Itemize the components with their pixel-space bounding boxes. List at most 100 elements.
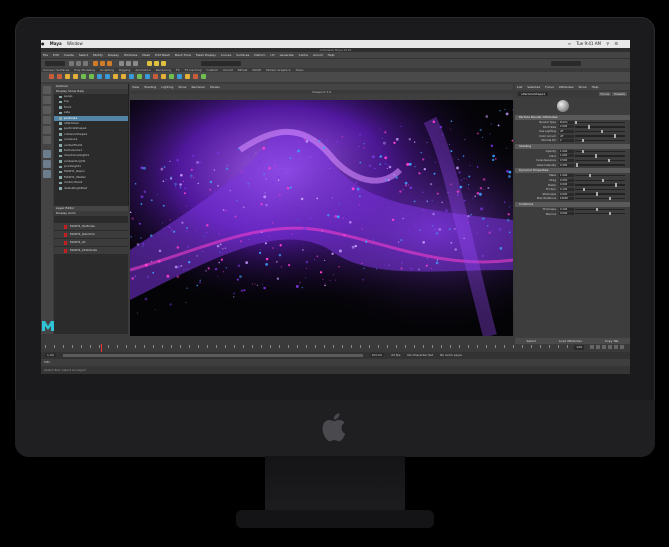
paint-select-tool-icon[interactable]	[43, 106, 51, 114]
viewport-menu-item[interactable]: Renderer	[191, 85, 205, 89]
time-slider[interactable]: 120	[41, 344, 630, 352]
outliner-item[interactable]: defaultLightSet	[54, 186, 128, 191]
slider-knob[interactable]	[595, 154, 597, 158]
rotate-tool-icon[interactable]	[43, 126, 51, 134]
attr-value-field[interactable]: 1.000	[559, 154, 574, 158]
new-scene-icon[interactable]	[69, 61, 74, 66]
lasso-tool-icon[interactable]	[43, 96, 51, 104]
slider-knob[interactable]	[589, 173, 591, 178]
shelf-tool-icon[interactable]	[193, 74, 198, 79]
render-icon[interactable]	[147, 61, 152, 66]
menu-set-dropdown[interactable]	[45, 61, 65, 66]
select-by-object-icon[interactable]	[100, 61, 105, 66]
attr-slider[interactable]	[575, 212, 625, 216]
viewport-menu-item[interactable]: View	[132, 85, 139, 89]
open-scene-icon[interactable]	[76, 61, 81, 66]
menu-item[interactable]: Curves	[221, 53, 231, 57]
slider-knob[interactable]	[596, 192, 598, 196]
attr-value-field[interactable]: 0.100	[559, 207, 574, 211]
attr-slider[interactable]	[575, 163, 625, 167]
input-field[interactable]	[201, 61, 241, 66]
attr-slider[interactable]	[575, 149, 625, 153]
range-bar[interactable]	[62, 353, 363, 357]
mac-window-menu[interactable]: Window	[67, 41, 83, 46]
save-scene-icon[interactable]	[83, 61, 88, 66]
mac-app-menu[interactable]: Maya	[50, 41, 62, 46]
step-forward-icon[interactable]	[614, 345, 618, 349]
attr-slider[interactable]	[575, 178, 625, 182]
attr-value-field[interactable]: off	[559, 129, 574, 133]
attr-value-field[interactable]: 2.000	[559, 125, 574, 129]
attr-value-field[interactable]: 0.100	[559, 187, 574, 191]
attr-value-field[interactable]: 1.000	[559, 149, 574, 153]
shelf-tool-icon[interactable]	[201, 74, 206, 79]
shelf-tool-icon[interactable]	[169, 74, 174, 79]
attr-slider[interactable]	[575, 134, 625, 138]
slider-knob[interactable]	[583, 187, 585, 192]
mac-apple-menu-icon[interactable]: ●	[41, 41, 45, 46]
select-tool-icon[interactable]	[43, 86, 51, 94]
menu-item[interactable]: Deform	[254, 53, 265, 57]
play-backward-icon[interactable]	[602, 345, 606, 349]
shelf-tool-icon[interactable]	[137, 74, 142, 79]
attr-slider[interactable]	[575, 125, 625, 129]
shelf-tool-icon[interactable]	[129, 74, 134, 79]
attr-menu-item[interactable]: Selected	[527, 85, 540, 89]
attr-slider[interactable]	[575, 207, 625, 211]
slider-knob[interactable]	[609, 196, 611, 201]
command-line[interactable]: MEL	[41, 359, 630, 366]
menu-item[interactable]: Select	[79, 53, 88, 57]
attr-slider[interactable]	[575, 196, 625, 201]
presets-button[interactable]: Presets	[612, 92, 627, 96]
menu-item[interactable]: Mesh Tools	[175, 53, 191, 57]
attr-slider[interactable]	[575, 138, 625, 143]
attr-menu-item[interactable]: Focus	[545, 85, 554, 89]
range-end-field[interactable]: 200.00	[369, 353, 385, 357]
slider-knob[interactable]	[615, 183, 617, 187]
slider-knob[interactable]	[614, 134, 616, 138]
slider-knob[interactable]	[602, 178, 604, 182]
attr-value-field[interactable]: 10000	[559, 197, 574, 201]
menu-item[interactable]: UV	[270, 53, 274, 57]
shelf-tool-icon[interactable]	[177, 74, 182, 79]
menu-list-icon[interactable]: ☰	[614, 41, 618, 46]
attr-value-field[interactable]: off	[559, 134, 574, 138]
shelf-tool-icon[interactable]	[153, 74, 158, 79]
slider-knob[interactable]	[575, 120, 577, 124]
current-time-marker[interactable]	[101, 344, 102, 352]
attr-menu-item[interactable]: Attributes	[559, 85, 574, 89]
play-forward-icon[interactable]	[608, 345, 612, 349]
attr-value-field[interactable]: 0.000	[559, 183, 574, 187]
render-settings-icon[interactable]	[161, 61, 166, 66]
shelf-tool-icon[interactable]	[81, 74, 86, 79]
shelf-tool-icon[interactable]	[57, 74, 62, 79]
mac-clock[interactable]: Tue 9:41 AM	[576, 41, 601, 46]
move-tool-icon[interactable]	[43, 116, 51, 124]
menu-item[interactable]: Display	[108, 53, 119, 57]
menu-item[interactable]: Edit	[53, 53, 59, 57]
menu-item[interactable]: File	[43, 53, 48, 57]
menu-item[interactable]: Windows	[124, 53, 137, 57]
layer-row[interactable]: MASH1_Distribute	[54, 247, 128, 254]
snap-point-icon[interactable]	[133, 61, 138, 66]
snap-grid-icon[interactable]	[119, 61, 124, 66]
shelf-tool-icon[interactable]	[89, 74, 94, 79]
slider-knob[interactable]	[588, 125, 590, 129]
snap-curve-icon[interactable]	[126, 61, 131, 66]
select-by-component-icon[interactable]	[107, 61, 112, 66]
workspace-dropdown[interactable]	[551, 61, 581, 66]
attr-slider[interactable]	[575, 154, 625, 158]
menu-item[interactable]: Edit Mesh	[155, 53, 170, 57]
command-language[interactable]: MEL	[44, 360, 50, 364]
focus-button[interactable]: Focus	[598, 92, 612, 96]
menu-item[interactable]: Mesh Display	[196, 53, 216, 57]
attr-slider[interactable]	[575, 158, 625, 163]
menu-item[interactable]: Cache	[299, 53, 308, 57]
viewport-menu-item[interactable]: Show	[178, 85, 186, 89]
shelf-tool-icon[interactable]	[121, 74, 126, 79]
character-set-dropdown[interactable]: No Character Set	[407, 353, 433, 357]
attr-value-field[interactable]: 0.000	[559, 212, 574, 216]
layout-outliner-icon[interactable]	[43, 170, 51, 178]
attr-value-field[interactable]: 0.050	[559, 178, 574, 182]
go-to-start-icon[interactable]	[590, 345, 594, 349]
